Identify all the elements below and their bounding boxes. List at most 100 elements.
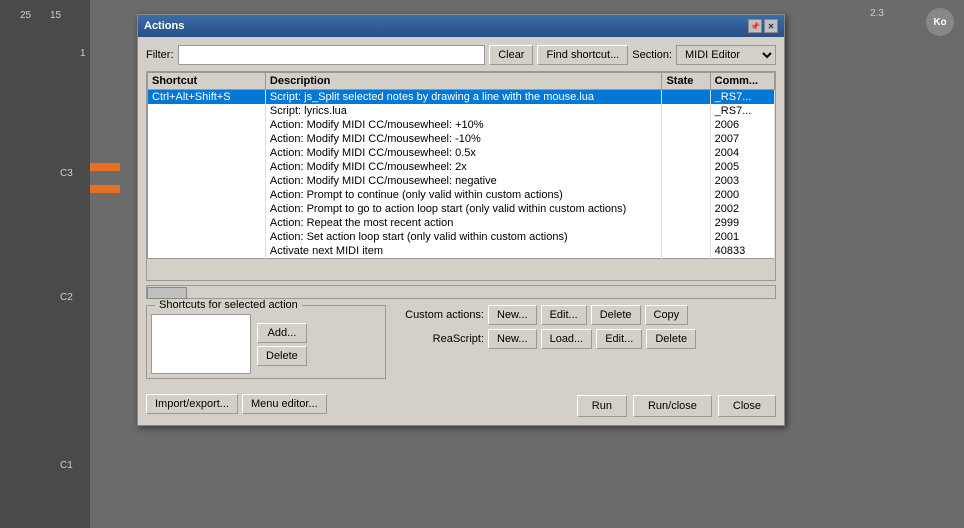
add-shortcut-button[interactable]: Add... [257,323,307,343]
cell-command: 2001 [710,230,774,244]
cell-shortcut [148,174,266,188]
table-row[interactable]: Action: Prompt to go to action loop star… [148,202,775,216]
shortcuts-legend: Shortcuts for selected action [155,299,302,311]
custom-new-button[interactable]: New... [488,305,537,325]
reascript-edit-button[interactable]: Edit... [596,329,642,349]
dialog-body: Filter: Clear Find shortcut... Section: … [138,37,784,425]
marker-2-3: 2.3 [870,8,884,19]
cell-description: Action: Modify MIDI CC/mousewheel: 2x [265,160,662,174]
cell-state [662,244,710,259]
table-row[interactable]: Action: Modify MIDI CC/mousewheel: 0.5x 2… [148,146,775,160]
cell-state [662,188,710,202]
cell-shortcut [148,132,266,146]
cell-state [662,216,710,230]
actions-dialog: Actions 📌 ✕ Filter: Clear Find shortcut.… [137,14,785,426]
table-row[interactable]: Ctrl+Alt+Shift+SScript: js_Split selecte… [148,90,775,105]
cell-state [662,230,710,244]
bottom-left-buttons: Import/export... Menu editor... [146,394,327,414]
ko-label: Ko [933,17,946,28]
actions-table: Shortcut Description State Comm... Ctrl+… [147,72,775,259]
import-export-button[interactable]: Import/export... [146,394,238,414]
table-body: Ctrl+Alt+Shift+SScript: js_Split selecte… [148,90,775,259]
cell-description: Activate next MIDI item [265,244,662,259]
table-row[interactable]: Action: Modify MIDI CC/mousewheel: +10%2… [148,118,775,132]
piano-roll-strip: 25 15 1 C3 C2 C1 [0,0,90,528]
bottom-action-buttons: Run Run/close Close [577,395,776,417]
reascript-delete-button[interactable]: Delete [646,329,696,349]
close-button[interactable]: Close [718,395,776,417]
cell-command: 2002 [710,202,774,216]
cell-state [662,146,710,160]
run-close-button[interactable]: Run/close [633,395,712,417]
cell-state [662,160,710,174]
section-dropdown[interactable]: MIDI Editor [676,45,776,65]
cell-description: Action: Modify MIDI CC/mousewheel: +10% [265,118,662,132]
cell-command: 2003 [710,174,774,188]
cell-shortcut [148,118,266,132]
filter-input[interactable] [178,45,486,65]
pin-button[interactable]: 📌 [748,19,762,33]
cell-description: Script: js_Split selected notes by drawi… [265,90,662,105]
horizontal-scrollbar[interactable] [146,285,776,299]
col-header-description: Description [265,73,662,90]
section-label: Section: [632,49,672,61]
table-row[interactable]: Activate next MIDI item40833 [148,244,775,259]
cell-description: Action: Prompt to go to action loop star… [265,202,662,216]
bottom-area: Shortcuts for selected action Add... Del… [146,305,776,385]
custom-copy-button[interactable]: Copy [645,305,689,325]
h-scroll-thumb[interactable] [147,287,187,299]
col-header-shortcut: Shortcut [148,73,266,90]
shortcut-buttons: Add... Delete [257,314,307,374]
shortcuts-section: Shortcuts for selected action Add... Del… [146,305,386,379]
table-row[interactable]: Action: Set action loop start (only vali… [148,230,775,244]
menu-editor-button[interactable]: Menu editor... [242,394,327,414]
cell-shortcut [148,188,266,202]
marker-c1: C1 [60,460,73,471]
table-row[interactable]: Action: Repeat the most recent action299… [148,216,775,230]
cell-shortcut: Ctrl+Alt+Shift+S [148,90,266,105]
table-row[interactable]: Action: Modify MIDI CC/mousewheel: 2x200… [148,160,775,174]
find-shortcut-button[interactable]: Find shortcut... [537,45,628,65]
col-header-state: State [662,73,710,90]
cell-state [662,174,710,188]
cell-command: _RS7... [710,90,774,105]
marker-c2: C2 [60,292,73,303]
filter-row: Filter: Clear Find shortcut... Section: … [146,45,776,65]
cell-description: Action: Modify MIDI CC/mousewheel: -10% [265,132,662,146]
cell-command: _RS7... [710,104,774,118]
custom-edit-button[interactable]: Edit... [541,305,587,325]
shortcut-list-box[interactable] [151,314,251,374]
table-row[interactable]: Action: Modify MIDI CC/mousewheel: -10%2… [148,132,775,146]
cell-description: Action: Repeat the most recent action [265,216,662,230]
cell-description: Script: lyrics.lua [265,104,662,118]
cell-state [662,118,710,132]
clear-button[interactable]: Clear [489,45,533,65]
cell-description: Action: Prompt to continue (only valid w… [265,188,662,202]
cell-shortcut [148,146,266,160]
marker-25: 25 [20,10,31,21]
close-title-button[interactable]: ✕ [764,19,778,33]
cell-shortcut [148,202,266,216]
cell-command: 2004 [710,146,774,160]
custom-actions-row: Custom actions: New... Edit... Delete Co… [394,305,776,325]
reascript-load-button[interactable]: Load... [541,329,593,349]
right-panel: Custom actions: New... Edit... Delete Co… [394,305,776,385]
midi-note-1 [90,163,120,171]
table-row[interactable]: Script: lyrics.lua _RS7... [148,104,775,118]
cell-shortcut [148,104,266,118]
titlebar-buttons: 📌 ✕ [748,19,778,33]
cell-state [662,90,710,105]
actions-table-wrapper[interactable]: Shortcut Description State Comm... Ctrl+… [146,71,776,281]
custom-delete-button[interactable]: Delete [591,305,641,325]
reascript-new-button[interactable]: New... [488,329,537,349]
cell-description: Action: Modify MIDI CC/mousewheel: negat… [265,174,662,188]
cell-shortcut [148,230,266,244]
dialog-title: Actions [144,20,184,32]
cell-description: Action: Modify MIDI CC/mousewheel: 0.5x [265,146,662,160]
ko-button[interactable]: Ko [926,8,954,36]
table-row[interactable]: Action: Modify MIDI CC/mousewheel: negat… [148,174,775,188]
cell-state [662,104,710,118]
table-row[interactable]: Action: Prompt to continue (only valid w… [148,188,775,202]
run-button[interactable]: Run [577,395,627,417]
delete-shortcut-button[interactable]: Delete [257,346,307,366]
